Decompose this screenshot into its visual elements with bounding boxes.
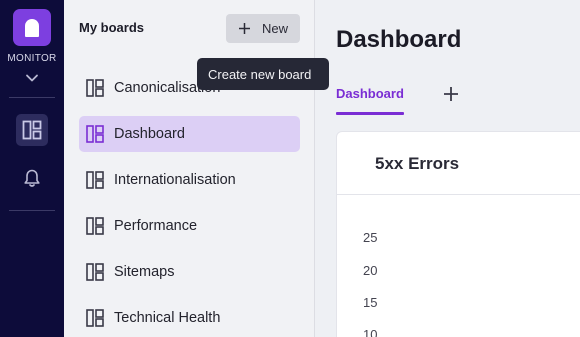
board-label: Internationalisation (114, 172, 236, 188)
chevron-down-icon[interactable] (25, 71, 39, 85)
dashboard-icon (86, 263, 104, 281)
widget-card: 5xx Errors 25 20 15 10 (336, 131, 580, 337)
y-tick-label: 20 (363, 263, 378, 278)
main-content: Dashboard Dashboard 5xx Errors 25 20 15 … (316, 0, 580, 337)
rail-item-alerts[interactable] (16, 162, 48, 194)
board-item-internationalisation[interactable]: Internationalisation (79, 162, 300, 198)
rail-divider (9, 97, 55, 98)
board-label: Performance (114, 218, 198, 234)
panel-title: My boards (79, 20, 145, 35)
board-label: Technical Health (114, 310, 221, 326)
new-board-tooltip: Create new board (197, 58, 329, 90)
board-item-sitemaps[interactable]: Sitemaps (79, 254, 300, 290)
dashboard-icon (86, 125, 104, 143)
y-tick-label: 15 (363, 295, 378, 310)
plus-icon (239, 23, 250, 34)
app-rail: MONITOR (0, 0, 64, 337)
widget-title: 5xx Errors (375, 154, 460, 173)
rail-item-dashboards[interactable] (16, 114, 48, 146)
active-tab-indicator (336, 112, 404, 115)
y-tick-label: 25 (363, 230, 378, 245)
new-board-button[interactable]: New (226, 14, 300, 43)
bell-icon (24, 169, 40, 187)
widget-header: 5xx Errors (337, 132, 580, 195)
page-title: Dashboard (336, 26, 462, 53)
new-board-label: New (262, 21, 289, 36)
board-label: Sitemaps (114, 264, 175, 280)
app-logo[interactable] (13, 9, 51, 46)
app-name: MONITOR (7, 53, 57, 64)
board-item-performance[interactable]: Performance (79, 208, 300, 244)
dashboard-icon (86, 79, 104, 97)
board-label: Dashboard (114, 126, 185, 142)
board-item-dashboard[interactable]: Dashboard (79, 116, 300, 152)
dashboard-icon (22, 120, 42, 140)
add-tab-icon[interactable] (442, 85, 460, 103)
board-item-technical-health[interactable]: Technical Health (79, 300, 300, 336)
dashboard-icon (86, 171, 104, 189)
tab-dashboard[interactable]: Dashboard (336, 86, 404, 101)
y-tick-label: 10 (363, 327, 378, 337)
dashboard-icon (86, 217, 104, 235)
dashboard-icon (86, 309, 104, 327)
rail-divider (9, 210, 55, 211)
boards-panel: My boards New Canonicalisation Dashboard… (64, 0, 315, 337)
